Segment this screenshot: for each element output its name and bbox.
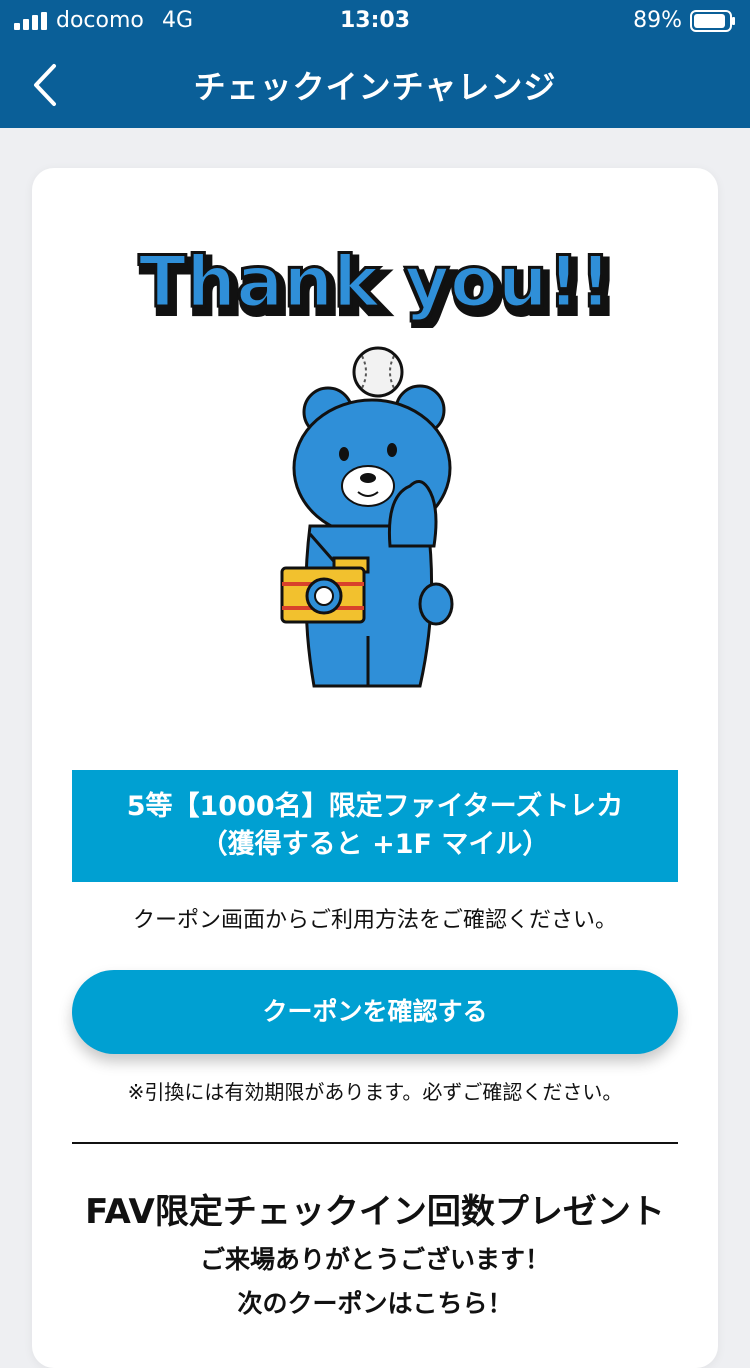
thank-you-heading: Thank you!! Thank you!! bbox=[137, 240, 619, 329]
section-title: FAV限定チェックイン回数プレゼント bbox=[85, 1192, 665, 1232]
coupon-instruction-text: クーポン画面からご利用方法をご確認ください。 bbox=[132, 908, 617, 933]
check-coupon-button[interactable]: クーポンを確認する bbox=[72, 970, 678, 1054]
prize-mileage-note: （獲得すると +1F マイル） bbox=[200, 829, 550, 860]
page-title: チェックインチャレンジ bbox=[193, 68, 557, 106]
expiry-notice: ※引換には有効期限があります。必ずご確認ください。 bbox=[127, 1080, 623, 1104]
section-divider bbox=[72, 1142, 678, 1144]
section-next-coupon: 次のクーポンはこちら！ bbox=[237, 1289, 513, 1318]
result-card: Thank you!! Thank you!! 5等【1000名】限定ファイター… bbox=[32, 168, 718, 1368]
bear-mascot-illustration bbox=[280, 346, 454, 688]
prize-banner: 5等【1000名】限定ファイターズトレカ （獲得すると +1F マイル） bbox=[72, 770, 678, 882]
section-greeting: ご来場ありがとうございます！ bbox=[199, 1245, 550, 1274]
battery-percentage: 89% bbox=[633, 8, 682, 33]
svg-text:Thank you!!: Thank you!! bbox=[139, 241, 612, 323]
prize-title: 5等【1000名】限定ファイターズトレカ bbox=[126, 791, 624, 822]
status-bar: docomo 4G 13:03 89% bbox=[0, 0, 750, 42]
battery-icon bbox=[690, 10, 735, 32]
navigation-bar: チェックインチャレンジ bbox=[0, 42, 750, 128]
